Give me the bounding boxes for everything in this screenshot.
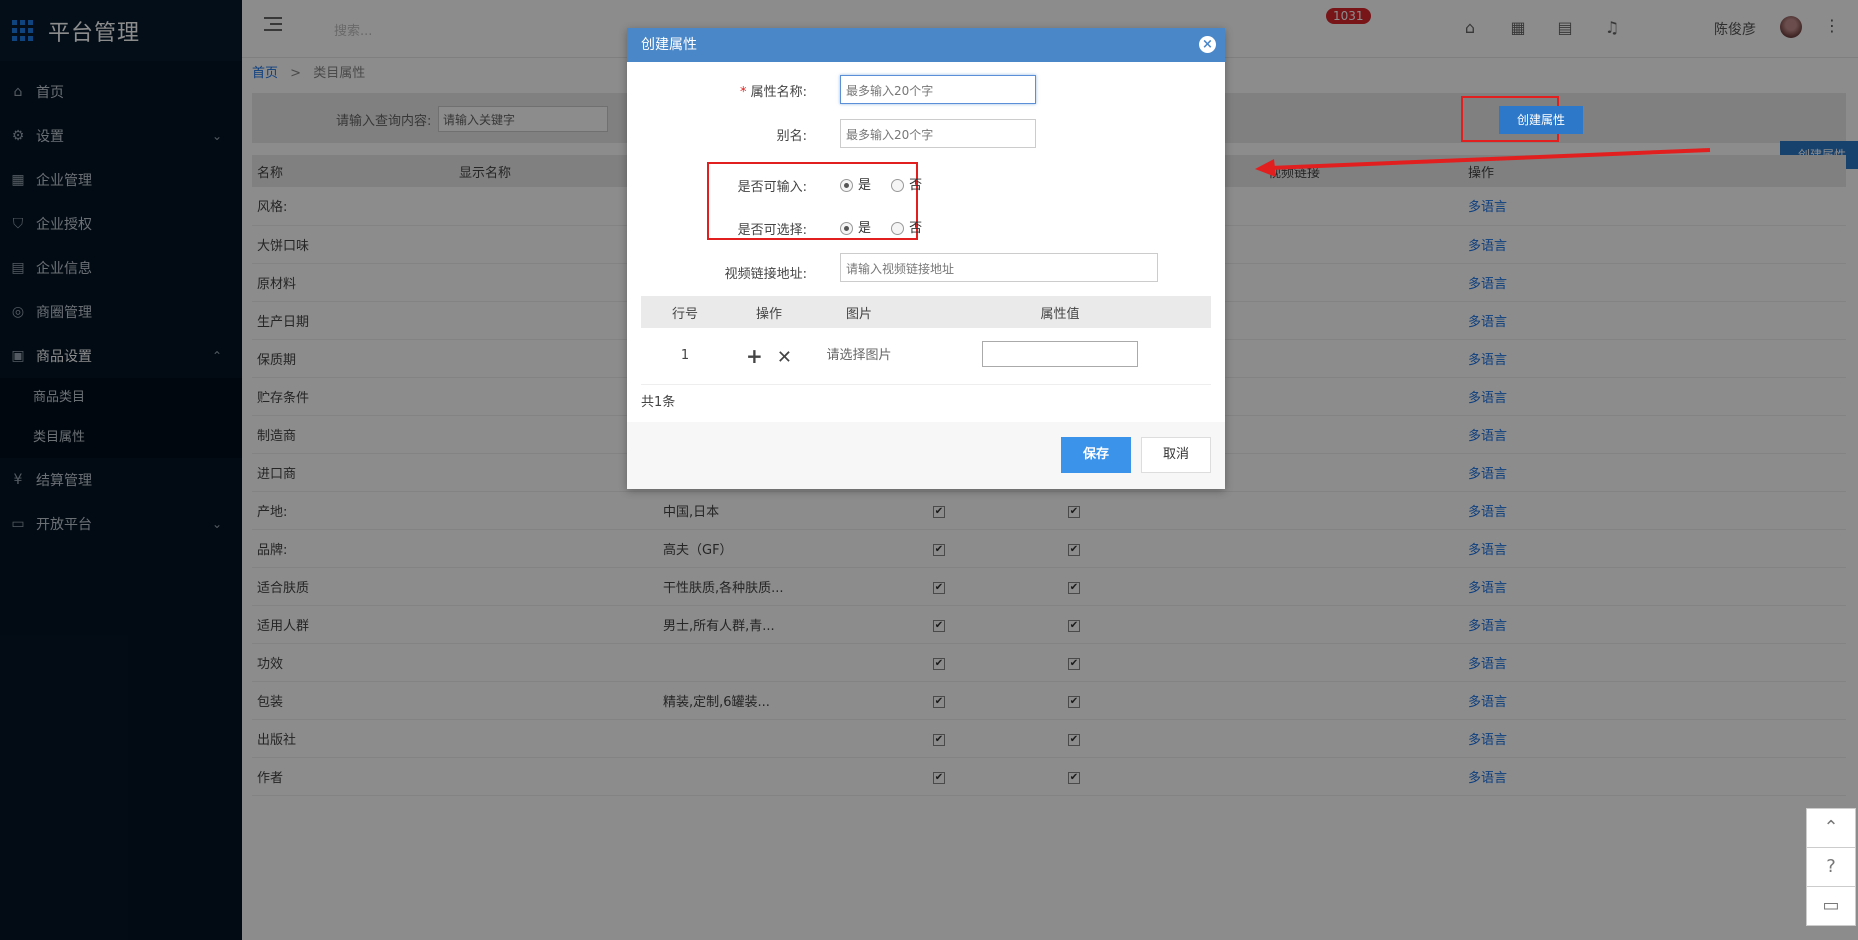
dialog-header: 创建属性 × [627,28,1225,62]
column-header: 属性值 [909,296,1211,328]
row-number: 1 [641,328,729,385]
can-input-no-radio[interactable] [891,179,905,192]
annotation-arrow [1255,148,1711,177]
row-actions: + ✕ [729,328,809,385]
alias-input[interactable]: 最多输入20个字 [840,119,1036,148]
floating-toolbar: ⌃ ? ▭ [1806,808,1856,926]
can-select-label: 是否可选择: [737,223,807,238]
dialog-footer: 保存 取消 [627,422,1225,489]
required-marker: * [739,85,747,100]
close-icon[interactable]: ✕ [777,347,792,368]
chevron-up-icon[interactable]: ⌃ [1806,808,1856,848]
total-count: 共1条 [641,395,676,410]
table-row: 1 + ✕ 请选择图片 [641,328,1211,385]
can-select-yes-radio[interactable] [840,222,853,235]
plus-icon[interactable]: + [746,344,763,368]
column-header: 操作 [729,296,809,328]
close-icon[interactable]: × [1199,36,1216,53]
help-icon[interactable]: ? [1806,847,1856,887]
create-attribute-dialog: 创建属性 × * 属性名称: 最多输入20个字 别名: 最多输入20个字 是否可… [627,28,1225,489]
chat-icon[interactable]: ▭ [1806,886,1856,926]
attribute-name-input[interactable]: 最多输入20个字 [840,75,1036,104]
video-url-label: 视频链接地址: [724,267,807,282]
dialog-title: 创建属性 [641,37,697,53]
column-header: 图片 [809,296,909,328]
value-cell [909,328,1211,385]
can-input-yes-radio[interactable] [840,179,853,192]
can-select-no-radio[interactable] [891,222,905,235]
attribute-value-input[interactable] [982,340,1138,367]
column-header: 行号 [641,296,729,328]
save-button[interactable]: 保存 [1061,437,1131,473]
inner-table-header-row: 行号 操作 图片 属性值 [641,296,1211,328]
cancel-button[interactable]: 取消 [1141,437,1211,473]
can-input-radio-group: 是 否 [840,174,938,193]
image-cell: 请选择图片 [809,328,909,385]
alias-label: 别名: [776,129,807,144]
attribute-values-table: 行号 操作 图片 属性值 1 + ✕ 请选择图片 [641,296,1211,385]
can-select-radio-group: 是 否 [840,217,938,236]
image-picker[interactable]: 请选择图片 [823,347,895,364]
can-input-label: 是否可输入: [737,180,807,195]
video-url-input[interactable]: 请输入视频链接地址 [840,253,1158,282]
attribute-name-label: * 属性名称: [739,85,807,100]
create-attribute-button-highlight[interactable]: 创建属性 [1499,106,1583,134]
